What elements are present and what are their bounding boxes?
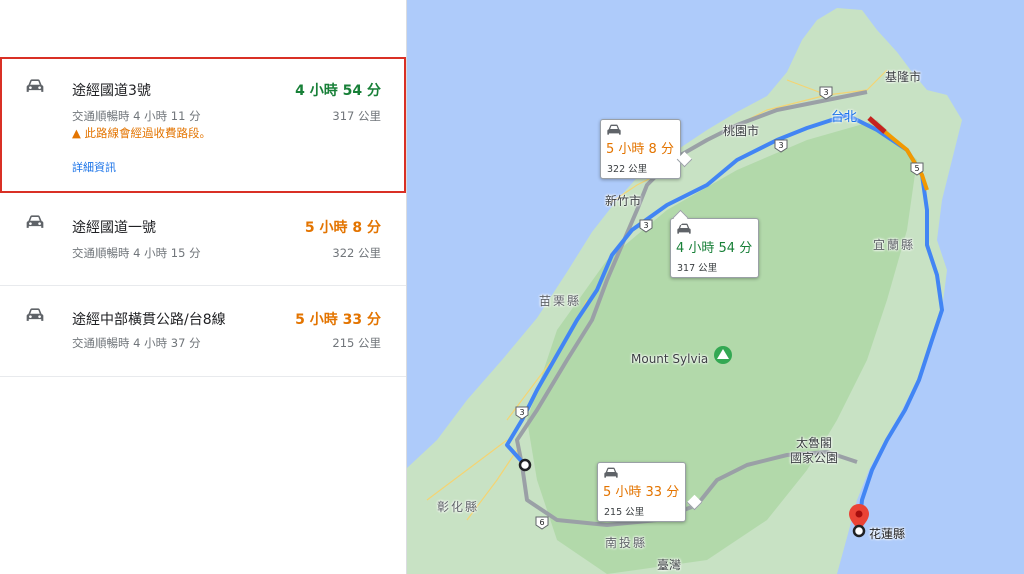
divider [0, 376, 406, 377]
route-traffic-time: 交通順暢時 4 小時 37 分 [72, 336, 201, 350]
label-taoyuan: 桃園市 [723, 124, 760, 138]
mountain-peak-icon [714, 346, 732, 364]
svg-text:3: 3 [778, 141, 783, 150]
label-keelung: 基隆市 [885, 70, 922, 84]
callout-duration: 5 小時 33 分 [603, 485, 680, 500]
label-changhua: 彰化縣 [437, 500, 480, 514]
label-taroko: 太魯閣 國家公園 [790, 436, 839, 465]
route-duration: 5 小時 33 分 [295, 312, 381, 328]
label-taipei: 台北 [831, 110, 858, 125]
label-destination: 花蓮縣 [869, 527, 906, 541]
route-distance: 215 公里 [332, 336, 381, 350]
label-taiwan: 臺灣 [657, 558, 682, 572]
details-link[interactable]: 詳細資訊 [72, 159, 116, 175]
route-duration: 5 小時 8 分 [304, 220, 381, 236]
route-traffic-time: 交通順暢時 4 小時 11 分 [72, 109, 201, 123]
route-option-3[interactable]: 途經中部橫貫公路/台8線 5 小時 33 分 交通順暢時 4 小時 37 分 2… [0, 286, 406, 376]
route-distance: 317 公里 [332, 109, 381, 123]
label-miaoli: 苗栗縣 [539, 294, 582, 308]
callout-distance: 317 公里 [677, 263, 718, 274]
route-callout-2[interactable]: 5 小時 8 分 322 公里 [600, 119, 681, 179]
callout-distance: 215 公里 [604, 507, 645, 518]
label-mount-sylvia: Mount Sylvia [631, 352, 709, 366]
route-callout-1[interactable]: 4 小時 54 分 317 公里 [670, 218, 760, 278]
toll-warning-text: 此路線會經過收費路段。 [84, 126, 212, 140]
svg-text:3: 3 [823, 88, 828, 97]
warning-icon: ▲ [72, 126, 81, 140]
label-hsinchu: 新竹市 [605, 194, 642, 208]
car-icon [26, 215, 44, 228]
route-callout-3[interactable]: 5 小時 33 分 215 公里 [597, 462, 687, 522]
route-name: 途經國道3號 [72, 83, 151, 99]
label-nantou: 南投縣 [605, 536, 648, 550]
label-yilan: 宜蘭縣 [873, 238, 916, 252]
car-icon [26, 79, 44, 92]
svg-text:6: 6 [539, 518, 544, 527]
callout-duration: 4 小時 54 分 [676, 241, 753, 256]
svg-text:3: 3 [519, 408, 524, 417]
callout-distance: 322 公里 [607, 164, 648, 175]
car-icon [26, 308, 44, 321]
callout-duration: 5 小時 8 分 [606, 142, 674, 157]
origin-marker [518, 458, 532, 472]
svg-text:5: 5 [914, 164, 919, 173]
svg-text:3: 3 [643, 221, 648, 230]
map-canvas[interactable]: 3 5 3 3 3 6 [407, 0, 1024, 574]
car-icon [607, 124, 621, 135]
route-option-2[interactable]: 途經國道一號 5 小時 8 分 交通順暢時 4 小時 15 分 322 公里 [0, 195, 406, 285]
route-list-panel: 途經國道3號 4 小時 54 分 交通順暢時 4 小時 11 分 317 公里 … [0, 0, 407, 574]
route-duration: 4 小時 54 分 [295, 83, 381, 99]
map-view[interactable]: 3 5 3 3 3 6 基隆市 台北 桃園市 新竹市 宜蘭縣 苗栗縣 Mount… [407, 0, 1024, 574]
toll-warning: ▲ 此路線會經過收費路段。 [72, 125, 211, 141]
route-name: 途經國道一號 [72, 220, 156, 236]
route-name: 途經中部橫貫公路/台8線 [72, 312, 226, 328]
route-traffic-time: 交通順暢時 4 小時 15 分 [72, 246, 201, 260]
route-distance: 322 公里 [332, 246, 381, 260]
car-icon [604, 467, 618, 478]
route-option-1[interactable]: 途經國道3號 4 小時 54 分 交通順暢時 4 小時 11 分 317 公里 … [0, 57, 406, 193]
